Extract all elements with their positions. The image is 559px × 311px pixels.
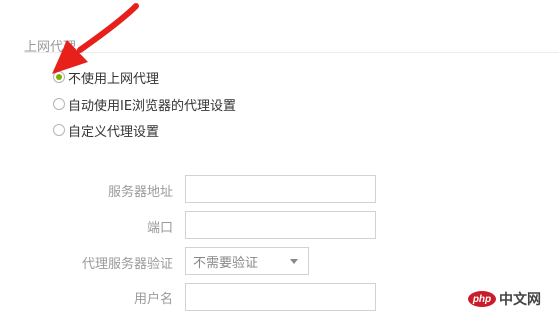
radio-label-ie-proxy: 自动使用IE浏览器的代理设置: [68, 98, 237, 114]
username-input[interactable]: [185, 283, 376, 311]
radio-button[interactable]: [53, 124, 65, 136]
caret-down-icon: [290, 259, 298, 264]
radio-label-custom-proxy: 自定义代理设置: [68, 124, 160, 140]
radio-button-checked[interactable]: [53, 71, 65, 83]
site-watermark: php 中文网: [468, 289, 541, 309]
server-address-label: 服务器地址: [107, 185, 173, 200]
proxy-auth-select[interactable]: 不需要验证: [185, 247, 309, 275]
radio-ie-proxy[interactable]: 自动使用IE浏览器的代理设置: [53, 94, 236, 114]
proxy-auth-selected-value: 不需要验证: [193, 255, 259, 271]
radio-custom-proxy[interactable]: 自定义代理设置: [53, 120, 159, 140]
proxy-auth-label: 代理服务器验证: [81, 257, 173, 272]
server-address-input[interactable]: [185, 175, 376, 203]
arrow-shaft: [77, 3, 139, 53]
radio-button[interactable]: [53, 98, 65, 110]
php-logo-icon: php: [468, 291, 496, 307]
watermark-text: 中文网: [499, 292, 541, 308]
port-label: 端口: [146, 221, 173, 236]
username-label: 用户名: [133, 292, 173, 307]
section-divider: [24, 52, 559, 53]
radio-label-no-proxy: 不使用上网代理: [68, 71, 160, 87]
port-input[interactable]: [185, 211, 376, 239]
radio-no-proxy[interactable]: 不使用上网代理: [53, 67, 159, 87]
